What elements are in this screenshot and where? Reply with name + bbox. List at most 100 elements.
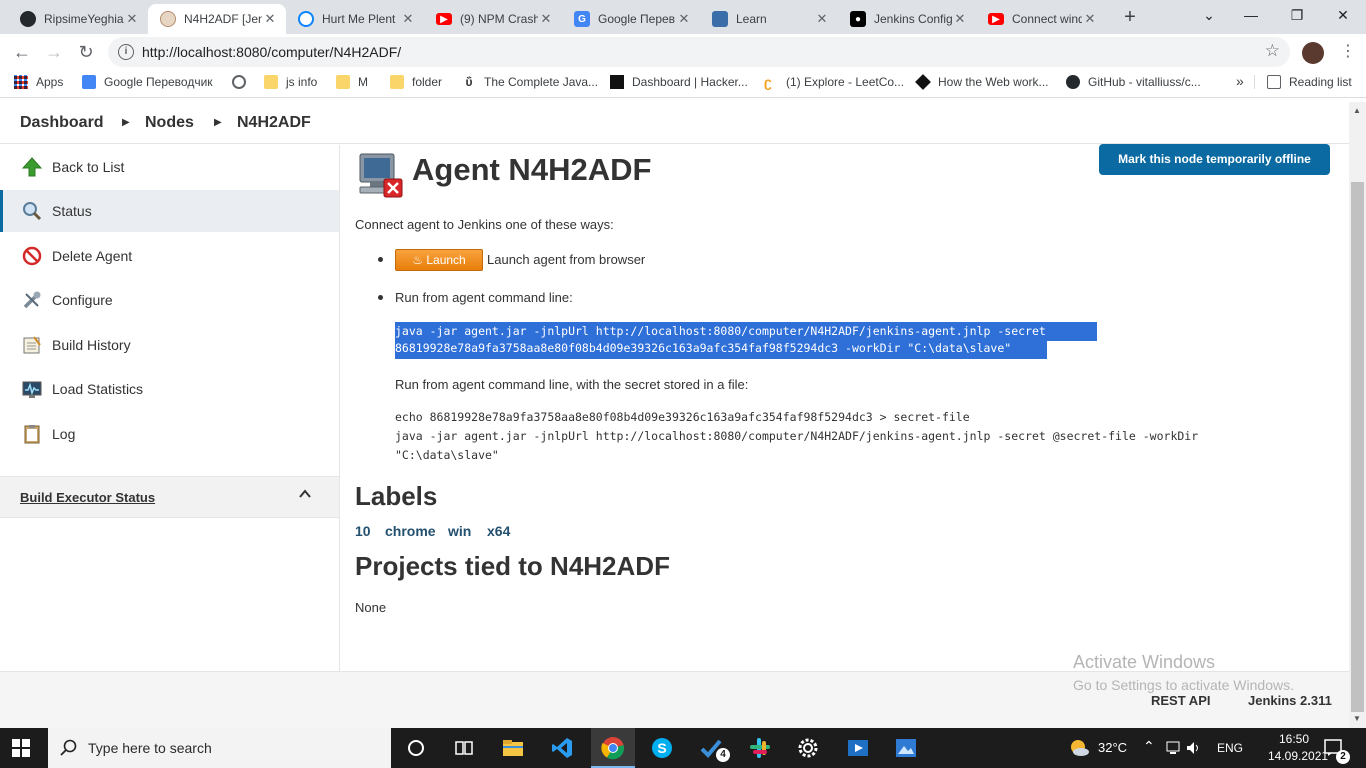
tray-chevron-up-icon[interactable]: ⌃ bbox=[1143, 738, 1155, 755]
close-icon[interactable]: ✕ bbox=[1082, 11, 1098, 27]
web-icon bbox=[915, 74, 931, 90]
weather-temperature[interactable]: 32°C bbox=[1098, 740, 1127, 755]
chrome-taskbar-item[interactable] bbox=[591, 728, 635, 768]
label-link[interactable]: win bbox=[448, 523, 471, 539]
bookmark-apps[interactable]: Apps bbox=[14, 75, 63, 89]
close-icon[interactable]: ✕ bbox=[814, 11, 830, 27]
bookmark-web[interactable]: How the Web work... bbox=[915, 74, 1048, 90]
bookmark-folder[interactable]: folder bbox=[390, 75, 442, 89]
tray-network-icon[interactable] bbox=[1166, 741, 1180, 755]
breadcrumb-nodes[interactable]: Nodes bbox=[145, 114, 194, 132]
close-icon[interactable]: ✕ bbox=[400, 11, 416, 27]
scroll-down-icon[interactable]: ▼ bbox=[1353, 714, 1361, 723]
close-window-button[interactable]: ✕ bbox=[1320, 0, 1366, 32]
command-line-workdir[interactable]: "C:\data\slave" bbox=[395, 448, 499, 462]
launch-button[interactable]: ♨ Launch bbox=[395, 249, 483, 271]
command-line-2[interactable]: 86819928e78a9fa3758aa8e80f08b4d09e39326c… bbox=[395, 341, 1047, 359]
browser-tab[interactable]: ▶ (9) NPM Crash ✕ bbox=[424, 4, 562, 34]
forward-arrow-icon[interactable]: → bbox=[42, 40, 66, 64]
reload-icon[interactable]: ↻ bbox=[74, 40, 98, 64]
browser-tab[interactable]: Learn ✕ bbox=[700, 4, 838, 34]
command-line-java[interactable]: java -jar agent.jar -jnlpUrl http://loca… bbox=[395, 429, 1198, 443]
jenkins-version-link[interactable]: Jenkins 2.311 bbox=[1248, 693, 1332, 708]
tray-date[interactable]: 14.09.2021 bbox=[1268, 749, 1328, 763]
bookmark-folder-jsinfo[interactable]: js info bbox=[264, 75, 317, 89]
menu-dots-icon[interactable]: ⋮ bbox=[1340, 42, 1356, 62]
bookmark-udemy[interactable]: ΰ The Complete Java... bbox=[462, 75, 599, 89]
back-arrow-icon[interactable]: ← bbox=[10, 40, 34, 64]
label-link[interactable]: chrome bbox=[385, 523, 436, 539]
bookmark-globe[interactable] bbox=[232, 75, 254, 89]
build-executor-status-title[interactable]: Build Executor Status bbox=[20, 490, 155, 505]
label-link[interactable]: x64 bbox=[487, 523, 510, 539]
close-icon[interactable]: ✕ bbox=[952, 11, 968, 27]
bookmark-google-translate[interactable]: Google Переводчик bbox=[82, 75, 213, 89]
command-line-echo[interactable]: echo 86819928e78a9fa3758aa8e80f08b4d09e3… bbox=[395, 410, 970, 424]
sidebar-item-log[interactable]: Log bbox=[0, 413, 339, 455]
close-icon[interactable]: ✕ bbox=[124, 11, 140, 27]
globe-icon bbox=[232, 75, 246, 89]
label-link[interactable]: 10 bbox=[355, 523, 371, 539]
sidebar-item-status[interactable]: Status bbox=[0, 190, 339, 232]
breadcrumb-dashboard[interactable]: Dashboard bbox=[20, 114, 104, 132]
sidebar-item-delete-agent[interactable]: Delete Agent bbox=[0, 235, 339, 277]
profile-avatar[interactable] bbox=[1302, 42, 1324, 64]
tray-volume-icon[interactable] bbox=[1186, 741, 1202, 755]
reading-list[interactable]: Reading list bbox=[1254, 75, 1352, 89]
cortana-icon[interactable] bbox=[404, 736, 428, 760]
main-panel: Mark this node temporarily offline Agent… bbox=[341, 144, 1349, 671]
info-icon[interactable]: i bbox=[118, 44, 134, 60]
mark-offline-button[interactable]: Mark this node temporarily offline bbox=[1099, 144, 1330, 175]
sidebar-item-back-to-list[interactable]: Back to List bbox=[0, 146, 339, 188]
bookmark-hackerrank[interactable]: Dashboard | Hacker... bbox=[610, 75, 748, 89]
restore-button[interactable]: ❐ bbox=[1274, 0, 1320, 32]
bookmarks-overflow[interactable]: » bbox=[1236, 73, 1244, 89]
close-icon[interactable]: ✕ bbox=[676, 11, 692, 27]
video-editor-icon[interactable] bbox=[846, 736, 870, 760]
browser-tab[interactable]: RipsimeYeghia ✕ bbox=[8, 4, 148, 34]
command-line-1[interactable]: java -jar agent.jar -jnlpUrl http://loca… bbox=[395, 322, 1097, 341]
skype-icon[interactable]: S bbox=[650, 736, 674, 760]
photos-icon[interactable] bbox=[894, 736, 918, 760]
browser-tab[interactable]: ● Jenkins Config ✕ bbox=[838, 4, 976, 34]
browser-tab[interactable]: Hurt Me Plent ✕ bbox=[286, 4, 424, 34]
sidebar-item-configure[interactable]: Configure bbox=[0, 279, 339, 321]
browser-tab[interactable]: ▶ Connect wind ✕ bbox=[976, 4, 1106, 34]
tab-search-icon[interactable]: ⌄ bbox=[1186, 0, 1232, 32]
bookmark-leetcode[interactable]: ʗ (1) Explore - LeetCo... bbox=[764, 75, 904, 89]
vscode-icon[interactable] bbox=[550, 736, 574, 760]
overflow-chevron-icon: » bbox=[1236, 73, 1244, 89]
close-icon[interactable]: ✕ bbox=[262, 11, 278, 27]
scroll-thumb[interactable] bbox=[1351, 182, 1364, 712]
windows-start-icon[interactable] bbox=[12, 739, 30, 757]
sidebar-item-label: Load Statistics bbox=[52, 381, 144, 397]
build-executor-status-header[interactable]: Build Executor Status bbox=[0, 476, 339, 518]
file-explorer-icon[interactable] bbox=[501, 736, 525, 760]
tray-time[interactable]: 16:50 bbox=[1279, 732, 1309, 746]
sidebar-item-build-history[interactable]: Build History bbox=[0, 324, 339, 366]
page-scrollbar[interactable]: ▲ ▼ bbox=[1349, 102, 1366, 728]
chevron-up-icon[interactable] bbox=[298, 487, 312, 504]
address-bar[interactable]: i http://localhost:8080/computer/N4H2ADF… bbox=[108, 37, 1290, 67]
sidebar-item-load-statistics[interactable]: Load Statistics bbox=[0, 368, 339, 410]
launch-button-label: Launch bbox=[426, 253, 466, 267]
breadcrumb-node[interactable]: N4H2ADF bbox=[237, 114, 311, 132]
new-tab-button[interactable]: + bbox=[1118, 6, 1142, 30]
task-view-icon[interactable] bbox=[452, 736, 476, 760]
url-text[interactable]: http://localhost:8080/computer/N4H2ADF/ bbox=[142, 44, 401, 60]
browser-tab-active[interactable]: N4H2ADF [Jen ✕ bbox=[148, 4, 286, 34]
tray-language[interactable]: ENG bbox=[1217, 741, 1243, 755]
settings-gear-icon[interactable] bbox=[796, 736, 820, 760]
rest-api-link[interactable]: REST API bbox=[1151, 693, 1210, 708]
weather-sun-cloud-icon[interactable] bbox=[1067, 736, 1091, 760]
bookmark-folder-m[interactable]: M bbox=[336, 75, 368, 89]
slack-icon[interactable] bbox=[748, 736, 772, 760]
taskbar-search[interactable]: Type here to search bbox=[48, 728, 391, 768]
bookmark-github[interactable]: GitHub - vitalliuss/c... bbox=[1066, 75, 1201, 89]
star-icon[interactable]: ☆ bbox=[1265, 41, 1280, 61]
browser-tab[interactable]: G Google Перев ✕ bbox=[562, 4, 700, 34]
scroll-up-icon[interactable]: ▲ bbox=[1353, 106, 1361, 115]
chrome-icon bbox=[601, 737, 625, 760]
minimize-button[interactable]: — bbox=[1228, 0, 1274, 32]
close-icon[interactable]: ✕ bbox=[538, 11, 554, 27]
